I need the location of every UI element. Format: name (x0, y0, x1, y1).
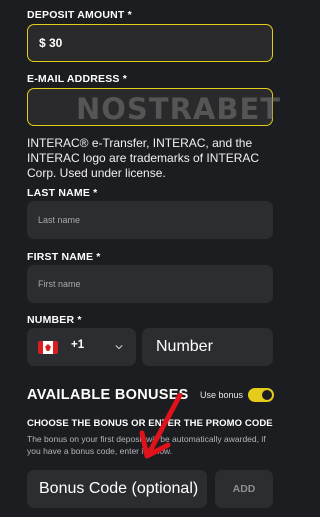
deposit-amount-label: DEPOSIT AMOUNT * (27, 9, 132, 21)
email-field[interactable]: NOSTRABET (27, 88, 280, 126)
annotation-arrow-icon (139, 393, 183, 459)
last-name-label: LAST NAME * (27, 187, 98, 199)
use-bonus-label: Use bonus (200, 390, 244, 400)
country-code-value: +1 (71, 339, 85, 351)
first-name-field[interactable]: First name (27, 265, 273, 303)
last-name-field[interactable]: Last name (27, 201, 273, 239)
bonus-code-placeholder: Bonus Code (optional) (39, 480, 199, 497)
deposit-amount-value: $ 30 (39, 36, 63, 50)
bonus-code-input[interactable]: Bonus Code (optional) (27, 470, 207, 508)
interac-notice: INTERAC® e-Transfer, INTERAC, and the IN… (27, 136, 260, 180)
deposit-amount-field[interactable]: $ 30 (27, 24, 273, 62)
phone-number-field[interactable]: Number (142, 328, 273, 366)
country-code-select[interactable]: +1 (27, 328, 136, 366)
first-name-label: FIRST NAME * (27, 251, 101, 263)
number-label: NUMBER * (27, 314, 82, 326)
phone-number-placeholder: Number (156, 338, 213, 355)
nostrabet-watermark: NOSTRABET (76, 92, 282, 126)
last-name-placeholder: Last name (38, 215, 81, 225)
toggle-knob (262, 390, 272, 400)
chevron-down-icon (115, 345, 123, 350)
first-name-placeholder: First name (38, 279, 81, 289)
use-bonus-toggle[interactable] (248, 388, 274, 402)
email-label: E-MAIL ADDRESS * (27, 73, 128, 85)
canada-flag-icon (38, 341, 58, 354)
add-button[interactable]: ADD (215, 470, 273, 508)
